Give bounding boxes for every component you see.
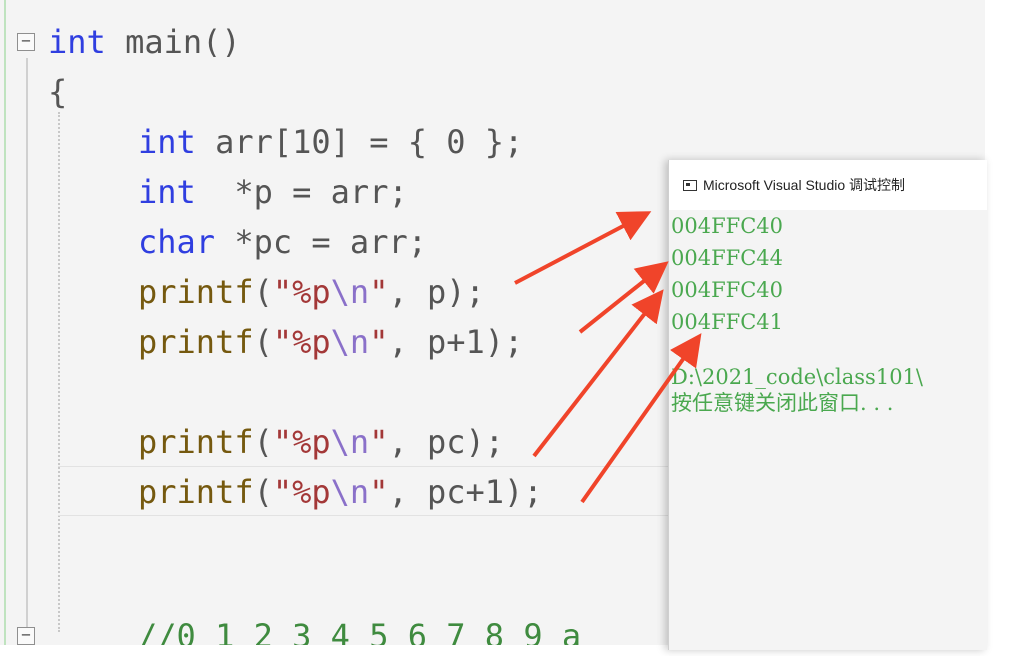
output-path: D:\2021_code\class101\ [671, 365, 923, 389]
escape-newline: \n [330, 273, 370, 311]
escape-newline: \n [330, 323, 370, 361]
printf-args: , p+1); [388, 323, 524, 361]
code-line-p[interactable]: int *p = arr; [138, 172, 408, 212]
main-signature: main() [105, 23, 241, 61]
escape-newline: \n [330, 473, 370, 511]
printf-args: , pc+1); [388, 473, 543, 511]
code-line-brace[interactable]: { [48, 72, 67, 112]
code-line-pc[interactable]: char *pc = arr; [138, 222, 427, 262]
console-title-bar[interactable]: Microsoft Visual Studio 调试控制 [669, 160, 987, 210]
format-string: "%p [272, 273, 331, 311]
debug-console-window[interactable]: Microsoft Visual Studio 调试控制 004FFC40 00… [668, 160, 987, 650]
keyword-int: int [138, 123, 196, 161]
change-margin [4, 0, 6, 645]
code-line-printf-pc1[interactable]: printf("%p\n", pc+1); [138, 472, 543, 512]
console-window-icon [683, 179, 697, 191]
function-printf: printf [138, 323, 254, 361]
collapse-main-icon[interactable]: − [17, 33, 35, 51]
fold-line [26, 58, 28, 630]
function-printf: printf [138, 473, 254, 511]
format-string: "%p [272, 423, 331, 461]
open-brace: { [48, 73, 68, 111]
paren: ( [253, 473, 273, 511]
function-printf: printf [138, 273, 254, 311]
output-gap [671, 338, 987, 364]
code-line-main[interactable]: int main() [48, 22, 241, 62]
code-line-printf-p[interactable]: printf("%p\n", p); [138, 272, 485, 312]
paren: ( [253, 273, 273, 311]
string-quote: " [369, 423, 389, 461]
format-string: "%p [272, 473, 331, 511]
keyword-char: char [138, 223, 216, 261]
output-prompt: 按任意键关闭此窗口. . . [671, 391, 894, 415]
comment-text: //0 1 2 3 4 5 6 7 8 9 a [138, 617, 582, 645]
output-line: 004FFC40 [671, 214, 784, 238]
code-line-printf-p1[interactable]: printf("%p\n", p+1); [138, 322, 523, 362]
output-line: 004FFC40 [671, 278, 784, 302]
keyword-int: int [138, 173, 196, 211]
code-line-arr[interactable]: int arr[10] = { 0 }; [138, 122, 523, 162]
function-printf: printf [138, 423, 254, 461]
paren: ( [253, 323, 273, 361]
string-quote: " [369, 323, 389, 361]
output-line: 004FFC41 [671, 310, 784, 334]
format-string: "%p [272, 323, 331, 361]
pc-declaration: *pc = arr; [215, 223, 427, 261]
code-line-comment[interactable]: //0 1 2 3 4 5 6 7 8 9 a [138, 616, 581, 645]
printf-args: , p); [388, 273, 485, 311]
output-line: 004FFC44 [671, 246, 784, 270]
console-output[interactable]: 004FFC40 004FFC44 004FFC40 004FFC41 D:\2… [669, 210, 987, 416]
arr-declaration: arr[10] = { 0 }; [195, 123, 524, 161]
indent-guide [58, 112, 60, 632]
p-declaration: *p = arr; [195, 173, 408, 211]
string-quote: " [369, 473, 389, 511]
code-line-printf-pc[interactable]: printf("%p\n", pc); [138, 422, 504, 462]
console-title: Microsoft Visual Studio 调试控制 [703, 177, 906, 193]
string-quote: " [369, 273, 389, 311]
escape-newline: \n [330, 423, 370, 461]
paren: ( [253, 423, 273, 461]
printf-args: , pc); [388, 423, 505, 461]
keyword-int: int [48, 23, 106, 61]
collapse-comment-icon[interactable]: − [17, 627, 35, 645]
